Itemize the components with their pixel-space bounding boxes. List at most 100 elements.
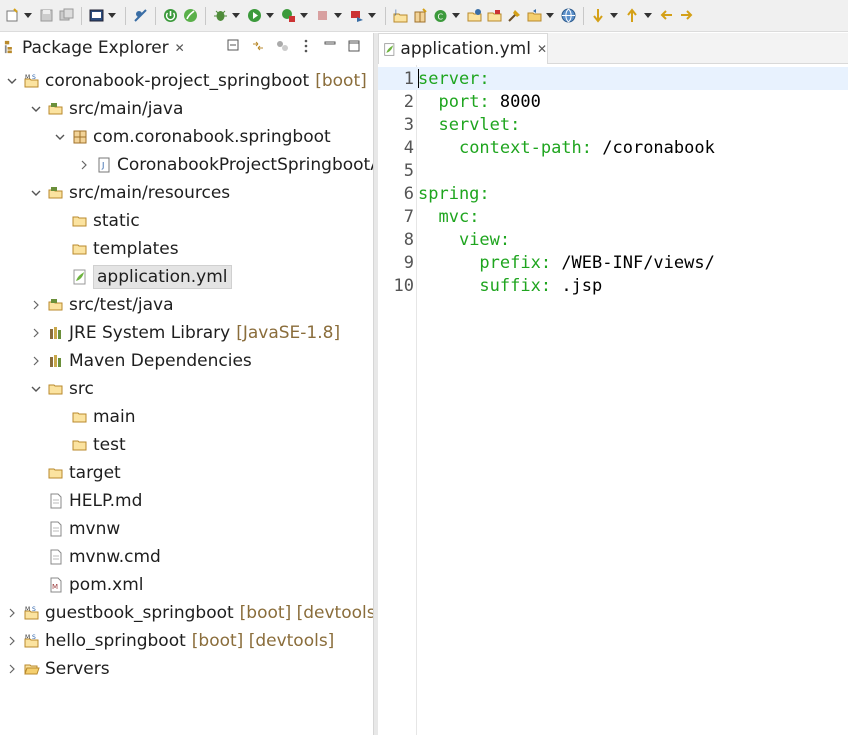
open-type-icon[interactable]: [466, 7, 483, 24]
new-java-project-icon[interactable]: J: [392, 7, 409, 24]
folder-icon: [72, 213, 88, 229]
dropdown-arrow-icon[interactable]: [232, 7, 240, 24]
chevron-down-icon[interactable]: [30, 383, 42, 395]
tree-item[interactable]: test: [0, 431, 373, 459]
chevron-right-icon[interactable]: [30, 299, 42, 311]
yaml-editor-text[interactable]: 1 server: 2 port: 8000 3 servlet: 4 context-…: [378, 65, 848, 735]
view-menu-icon[interactable]: [299, 39, 313, 53]
package-explorer-tab[interactable]: Package Explorer ✕: [0, 33, 373, 63]
tree-item[interactable]: Maven Dependencies: [0, 347, 373, 375]
java-file-icon: J: [96, 157, 112, 173]
folder-icon: [72, 241, 88, 257]
tree-item[interactable]: mvnw: [0, 515, 373, 543]
tree-item[interactable]: Mpom.xml: [0, 571, 373, 599]
new-package-icon[interactable]: [412, 7, 429, 24]
new-class-icon[interactable]: C: [432, 7, 449, 24]
line-number: 6: [403, 183, 414, 204]
maximize-icon[interactable]: [347, 39, 361, 53]
tree-item[interactable]: src: [0, 375, 373, 403]
dropdown-arrow-icon[interactable]: [24, 7, 32, 24]
spring-boot-dashboard-icon[interactable]: [162, 7, 179, 24]
minimize-icon[interactable]: [323, 39, 337, 53]
web-browser-icon[interactable]: [560, 7, 577, 24]
spring-icon[interactable]: [182, 7, 199, 24]
dropdown-arrow-icon[interactable]: [368, 7, 376, 24]
editor-tab-application-yml[interactable]: application.yml ✕: [378, 33, 548, 64]
main-toolbar: JC: [0, 0, 848, 32]
code-text: mvc:: [418, 207, 479, 227]
tree-item[interactable]: target: [0, 459, 373, 487]
dropdown-arrow-icon[interactable]: [452, 7, 460, 24]
new-icon[interactable]: [4, 7, 21, 24]
tree-item[interactable]: J CoronabookProjectSpringbootA: [0, 151, 373, 179]
tree-item[interactable]: Servers: [0, 655, 373, 683]
dropdown-arrow-icon[interactable]: [644, 7, 652, 24]
line-number: 5: [403, 160, 414, 181]
tree-item[interactable]: JRE System Library [JavaSE-1.8]: [0, 319, 373, 347]
dropdown-arrow-icon[interactable]: [610, 7, 618, 24]
tree-item-label: pom.xml: [69, 575, 144, 595]
stop-icon[interactable]: [314, 7, 331, 24]
yaml-key: server:: [418, 68, 490, 89]
tree-item[interactable]: M Shello_springboot [boot] [devtools]: [0, 627, 373, 655]
next-annotation-icon[interactable]: [590, 7, 607, 24]
save-all-icon[interactable]: [58, 7, 75, 24]
back-icon[interactable]: [658, 7, 675, 24]
forward-icon[interactable]: [678, 7, 695, 24]
chevron-down-icon[interactable]: [6, 75, 18, 87]
dropdown-arrow-icon[interactable]: [108, 7, 116, 24]
tree-item-label: com.coronabook.springboot: [93, 127, 331, 147]
tree-item[interactable]: templates: [0, 235, 373, 263]
tree-item[interactable]: src/main/java: [0, 95, 373, 123]
tree-item[interactable]: main: [0, 403, 373, 431]
maven-project-icon: MS: [24, 633, 40, 649]
chevron-down-icon[interactable]: [30, 103, 42, 115]
link-with-editor-icon[interactable]: [251, 39, 265, 53]
dropdown-arrow-icon[interactable]: [300, 7, 308, 24]
chevron-down-icon[interactable]: [30, 187, 42, 199]
tree-item[interactable]: M Sguestbook_springboot [boot] [devtools]: [0, 599, 373, 627]
chevron-right-icon[interactable]: [6, 663, 18, 675]
tree-item-label: src/main/java: [69, 99, 184, 119]
focus-icon[interactable]: [275, 39, 289, 53]
deploy-icon[interactable]: [348, 7, 365, 24]
dropdown-arrow-icon[interactable]: [334, 7, 342, 24]
chevron-right-icon[interactable]: [30, 327, 42, 339]
run-icon[interactable]: [246, 7, 263, 24]
chevron-down-icon[interactable]: [54, 131, 66, 143]
debug-icon[interactable]: [212, 7, 229, 24]
open-perspective-icon[interactable]: [526, 7, 543, 24]
chevron-right-icon[interactable]: [6, 607, 18, 619]
collapse-all-icon[interactable]: [227, 39, 241, 53]
tree-item[interactable]: src/test/java: [0, 291, 373, 319]
tree-item[interactable]: application.yml: [0, 263, 373, 291]
svg-text:M: M: [25, 606, 30, 613]
previous-annotation-icon[interactable]: [624, 7, 641, 24]
tree-item[interactable]: HELP.md: [0, 487, 373, 515]
close-icon[interactable]: ✕: [537, 42, 547, 56]
terminal-icon[interactable]: [88, 7, 105, 24]
chevron-right-icon[interactable]: [6, 635, 18, 647]
save-icon[interactable]: [38, 7, 55, 24]
open-task-icon[interactable]: [486, 7, 503, 24]
code-line: 1 server:: [378, 67, 848, 90]
chevron-right-icon[interactable]: [78, 159, 90, 171]
tree-item[interactable]: com.coronabook.springboot: [0, 123, 373, 151]
tree-item[interactable]: src/main/resources: [0, 179, 373, 207]
close-icon[interactable]: ✕: [175, 41, 185, 55]
chevron-right-icon[interactable]: [30, 355, 42, 367]
dropdown-arrow-icon[interactable]: [546, 7, 554, 24]
tree-item[interactable]: static: [0, 207, 373, 235]
yaml-key: suffix:: [479, 275, 552, 296]
tree-item[interactable]: M Scoronabook-project_springboot [boot] [: [0, 67, 373, 95]
dropdown-arrow-icon[interactable]: [266, 7, 274, 24]
skip-breakpoints-icon[interactable]: [132, 7, 149, 24]
yaml-key: mvc:: [438, 206, 480, 227]
tree-item-decoration: [JavaSE-1.8]: [236, 323, 341, 343]
run-external-icon[interactable]: [280, 7, 297, 24]
tree-item[interactable]: mvnw.cmd: [0, 543, 373, 571]
search-icon[interactable]: [506, 7, 523, 24]
svg-text:M: M: [52, 583, 58, 591]
